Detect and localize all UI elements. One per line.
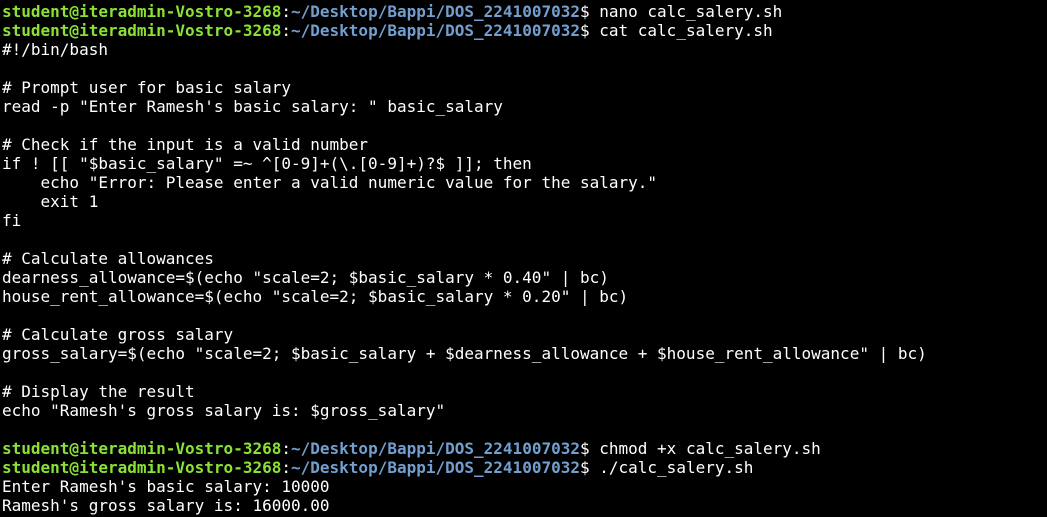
script-line: gross_salary=$(echo "scale=2; $basic_sal… xyxy=(2,344,927,363)
script-line: echo "Error: Please enter a valid numeri… xyxy=(2,173,658,192)
script-line: # Display the result xyxy=(2,382,195,401)
script-line: fi xyxy=(2,211,22,230)
script-line: dearness_allowance=$(echo "scale=2; $bas… xyxy=(2,268,609,287)
command-text: chmod +x calc_salery.sh xyxy=(599,439,821,458)
program-output-line: Ramesh's gross salary is: 16000.00 xyxy=(2,496,330,515)
script-line xyxy=(2,59,1047,78)
command-text: ./calc_salery.sh xyxy=(599,458,754,477)
script-line: # Calculate gross salary xyxy=(2,325,234,344)
script-line xyxy=(2,363,1047,382)
command-text: nano calc_salery.sh xyxy=(599,2,783,21)
terminal-output[interactable]: student@iteradmin-Vostro-3268:~/Desktop/… xyxy=(2,2,1047,515)
prompt-user-host: student@iteradmin-Vostro-3268 xyxy=(2,21,282,40)
prompt-separator: : xyxy=(281,2,291,21)
prompt-user-host: student@iteradmin-Vostro-3268 xyxy=(2,439,282,458)
script-line: # Check if the input is a valid number xyxy=(2,135,369,154)
script-line: #!/bin/bash xyxy=(2,40,108,59)
prompt-path: ~/Desktop/Bappi/DOS_2241007032 xyxy=(291,21,580,40)
terminal-window[interactable]: student@iteradmin-Vostro-3268:~/Desktop/… xyxy=(0,0,1047,517)
script-line xyxy=(2,420,1047,439)
prompt-separator: : xyxy=(281,21,291,40)
prompt-symbol: $ xyxy=(579,2,600,21)
program-output-line: Enter Ramesh's basic salary: 10000 xyxy=(2,477,330,496)
script-line xyxy=(2,116,1047,135)
script-line: # Prompt user for basic salary xyxy=(2,78,291,97)
prompt-symbol: $ xyxy=(579,21,600,40)
prompt-line: student@iteradmin-Vostro-3268:~/Desktop/… xyxy=(2,439,1047,458)
prompt-line: student@iteradmin-Vostro-3268:~/Desktop/… xyxy=(2,21,1047,40)
script-line: echo "Ramesh's gross salary is: $gross_s… xyxy=(2,401,446,420)
prompt-path: ~/Desktop/Bappi/DOS_2241007032 xyxy=(291,439,580,458)
prompt-separator: : xyxy=(281,439,291,458)
prompt-line: student@iteradmin-Vostro-3268:~/Desktop/… xyxy=(2,2,1047,21)
prompt-user-host: student@iteradmin-Vostro-3268 xyxy=(2,2,282,21)
prompt-symbol: $ xyxy=(579,439,600,458)
script-line: # Calculate allowances xyxy=(2,249,214,268)
prompt-user-host: student@iteradmin-Vostro-3268 xyxy=(2,458,282,477)
script-line: exit 1 xyxy=(2,192,99,211)
script-line: if ! [[ "$basic_salary" =~ ^[0-9]+(\.[0-… xyxy=(2,154,532,173)
prompt-line: student@iteradmin-Vostro-3268:~/Desktop/… xyxy=(2,458,1047,477)
prompt-symbol: $ xyxy=(579,458,600,477)
script-line: house_rent_allowance=$(echo "scale=2; $b… xyxy=(2,287,629,306)
prompt-path: ~/Desktop/Bappi/DOS_2241007032 xyxy=(291,458,580,477)
prompt-path: ~/Desktop/Bappi/DOS_2241007032 xyxy=(291,2,580,21)
script-line xyxy=(2,306,1047,325)
script-line: read -p "Enter Ramesh's basic salary: " … xyxy=(2,97,503,116)
prompt-separator: : xyxy=(281,458,291,477)
script-line xyxy=(2,230,1047,249)
command-text: cat calc_salery.sh xyxy=(599,21,773,40)
